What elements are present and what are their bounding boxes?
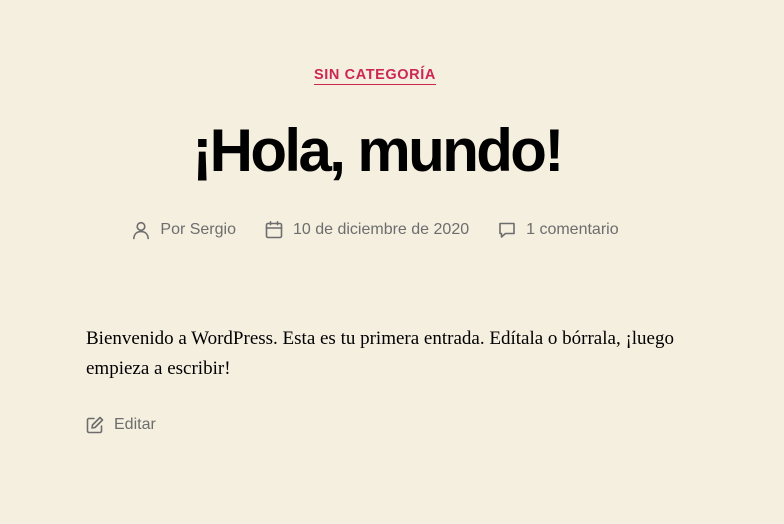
post-title[interactable]: ¡Hola, mundo! [0, 118, 754, 184]
comment-icon [497, 220, 517, 240]
meta-author: Por Sergio [131, 220, 236, 240]
category-link[interactable]: SIN CATEGORÍA [314, 67, 436, 85]
edit-link[interactable]: Editar [114, 416, 156, 434]
meta-comments: 1 comentario [497, 220, 619, 240]
date-link[interactable]: 10 de diciembre de 2020 [293, 221, 469, 239]
post-meta: Por Sergio 10 de diciembre de 2020 1 com… [0, 220, 750, 240]
calendar-icon [264, 220, 284, 240]
author-link[interactable]: Por Sergio [160, 221, 236, 239]
category-container: SIN CATEGORÍA [0, 66, 750, 85]
meta-date: 10 de diciembre de 2020 [264, 220, 469, 240]
edit-container: Editar [85, 415, 156, 435]
comments-link[interactable]: 1 comentario [526, 221, 619, 239]
edit-icon [85, 415, 105, 435]
user-icon [131, 220, 151, 240]
post-content: Bienvenido a WordPress. Esta es tu prime… [86, 328, 674, 379]
